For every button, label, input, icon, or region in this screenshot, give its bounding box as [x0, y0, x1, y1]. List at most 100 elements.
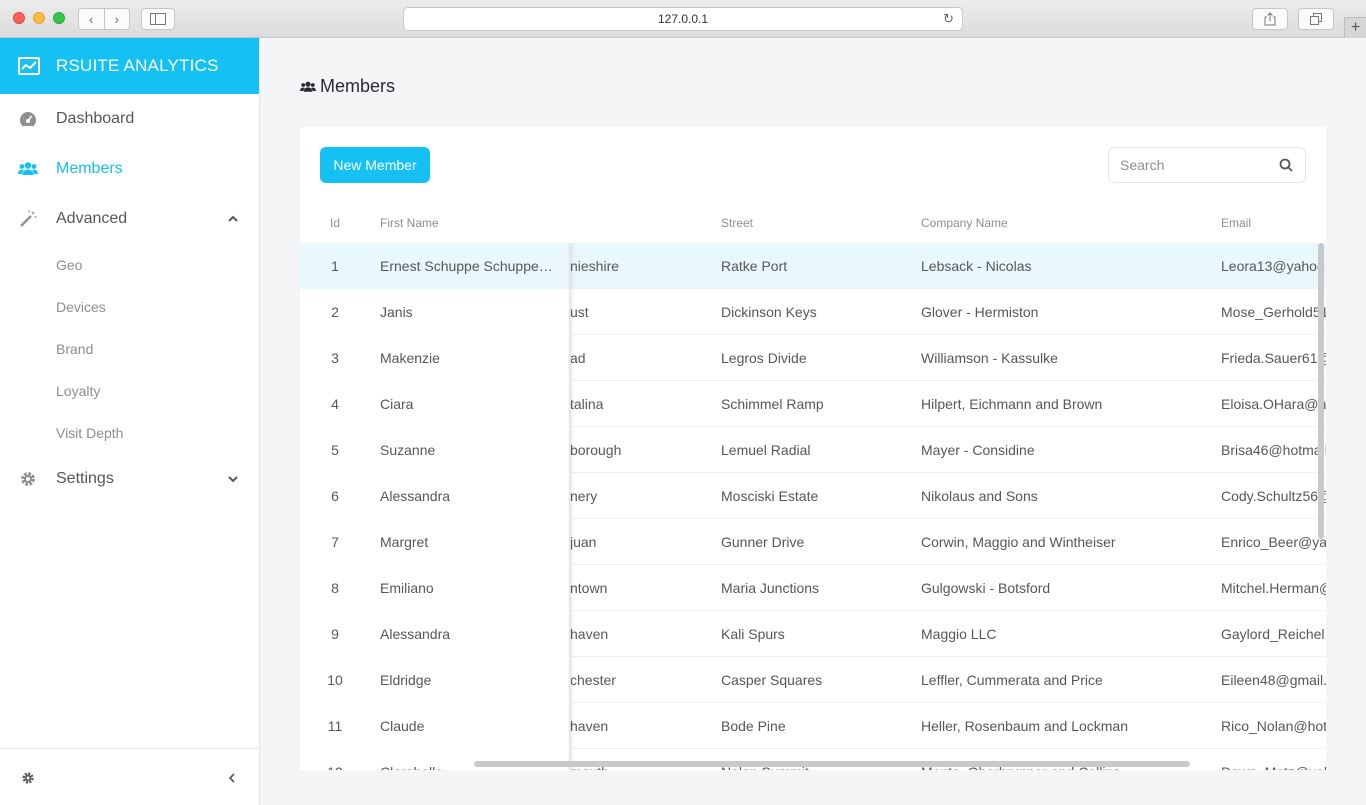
sidebar-item-label: Members [56, 160, 123, 177]
forward-icon[interactable]: › [105, 9, 130, 29]
fixed-column-divider [569, 243, 571, 770]
sidebar-item-members[interactable]: Members [0, 144, 259, 194]
members-panel: New Member Id First Name Street Company … [300, 127, 1326, 770]
cell-email: Frieda.Sauer61@ [1221, 350, 1326, 366]
table-row[interactable]: borough Lemuel Radial Mayer - Considine Bri… [300, 427, 1326, 473]
browser-toolbar: ‹ › 127.0.0.1 ↻ + [0, 0, 1366, 38]
cell-first-name: Makenzie [380, 350, 440, 366]
cell-id: 2 [331, 304, 339, 320]
cell-email: Mitchel.Herman@ [1221, 580, 1326, 596]
cell-street: Casper Squares [721, 672, 823, 688]
cell-city: haven [570, 718, 609, 734]
share-button[interactable] [1252, 8, 1288, 30]
sidebar-footer [0, 748, 259, 805]
cell-first-name: Suzanne [380, 442, 436, 458]
search-input[interactable] [1109, 148, 1269, 182]
table-row[interactable]: nieshire Ratke Port Lebsack - Nicolas Leora… [300, 243, 1326, 289]
cell-company: Hilpert, Eichmann and Brown [921, 396, 1103, 412]
column-header-company[interactable]: Company Name [921, 216, 1211, 230]
vertical-scrollbar[interactable] [1318, 243, 1324, 539]
brand-header[interactable]: RSUITE ANALYTICS [0, 38, 259, 94]
collapse-sidebar-icon[interactable] [227, 771, 237, 785]
tabs-overview-button[interactable] [1298, 8, 1334, 30]
cell-company: Lebsack - Nicolas [921, 258, 1032, 274]
dashboard-icon [18, 110, 38, 128]
sidebar-item-advanced[interactable]: Advanced [0, 194, 259, 244]
cell-street: Mosciski Estate [721, 488, 819, 504]
cell-city: haven [570, 626, 609, 642]
cell-company: Williamson - Kassulke [921, 350, 1058, 366]
cell-first-name: Claude [380, 718, 425, 734]
table-row[interactable]: talina Schimmel Ramp Hilpert, Eichmann and… [300, 381, 1326, 427]
cell-company: Glover - Hermiston [921, 304, 1039, 320]
page-title: Members [300, 76, 395, 97]
cell-first-name: Alessandra [380, 626, 451, 642]
column-header-id[interactable]: Id [300, 216, 370, 230]
table-row[interactable]: nery Mosciski Estate Nikolaus and Sons Cody… [300, 473, 1326, 519]
sidebar-subitem-brand[interactable]: Brand [0, 328, 259, 370]
cell-email: Mose_Gerhold51 [1221, 304, 1326, 320]
cell-city: nery [570, 488, 598, 504]
cell-first-name: Ernest Schuppe SchuppeS… [380, 258, 560, 274]
cell-street: Ratke Port [721, 258, 788, 274]
address-bar[interactable]: 127.0.0.1 ↻ [403, 7, 963, 31]
table-row[interactable]: juan Gunner Drive Corwin, Maggio and Winth… [300, 519, 1326, 565]
cell-street: Dickinson Keys [721, 304, 817, 320]
sidebar-subitem-visit-depth[interactable]: Visit Depth [0, 412, 259, 454]
cell-first-name: Emiliano [380, 580, 434, 596]
cell-city: ust [570, 304, 589, 320]
sidebar: RSUITE ANALYTICS Dashboard Members Advan… [0, 38, 260, 805]
cell-city: talina [570, 396, 604, 412]
table-row[interactable]: ntown Maria Junctions Gulgowski - Botsford… [300, 565, 1326, 611]
table-row[interactable]: haven Bode Pine Heller, Rosenbaum and Lock… [300, 703, 1326, 749]
sidebar-item-settings[interactable]: Settings [0, 454, 259, 504]
analytics-logo-icon [18, 57, 40, 75]
close-window-button[interactable] [13, 12, 25, 24]
sidebar-toggle-button[interactable] [141, 8, 175, 30]
cell-email: Leora13@yahoo. [1221, 258, 1326, 274]
cell-id: 12 [300, 764, 370, 770]
chevron-up-icon [228, 215, 238, 222]
cell-city: ntown [570, 580, 608, 596]
sidebar-subitem-geo[interactable]: Geo [0, 244, 259, 286]
cell-city: ad [570, 350, 586, 366]
column-header-street[interactable]: Street [721, 216, 911, 230]
cell-street: Legros Divide [721, 350, 807, 366]
cell-company: Maggio LLC [921, 626, 997, 642]
cell-company: Leffler, Cummerata and Price [921, 672, 1103, 688]
cell-street: Kali Spurs [721, 626, 785, 642]
zoom-window-button[interactable] [53, 12, 65, 24]
cell-id: 7 [331, 534, 339, 550]
sidebar-subitem-devices[interactable]: Devices [0, 286, 259, 328]
magic-wand-icon [18, 210, 38, 228]
cell-email: Cody.Schultz56@ [1221, 488, 1326, 504]
table-row[interactable]: ust Dickinson Keys Glover - Hermiston Mose_… [300, 289, 1326, 335]
table-header: Id First Name Street Company Name Email [300, 203, 1326, 243]
cell-id: 6 [331, 488, 339, 504]
minimize-window-button[interactable] [33, 12, 45, 24]
chevron-down-icon [228, 476, 238, 483]
cell-id: 3 [331, 350, 339, 366]
cell-city: nieshire [570, 258, 620, 274]
new-member-button[interactable]: New Member [320, 147, 430, 183]
column-header-email[interactable]: Email [1221, 216, 1326, 230]
column-header-first-name[interactable]: First Name [380, 216, 560, 230]
search-box [1108, 147, 1306, 183]
cell-id: 5 [331, 442, 339, 458]
table-row[interactable]: haven Kali Spurs Maggio LLC Gaylord_Reichel… [300, 611, 1326, 657]
horizontal-scrollbar[interactable] [474, 761, 1190, 767]
new-tab-button[interactable]: + [1344, 17, 1366, 38]
back-icon[interactable]: ‹ [79, 9, 105, 29]
settings-gear-icon[interactable] [21, 771, 35, 785]
cell-city: borough [570, 442, 622, 458]
search-icon[interactable] [1279, 158, 1293, 172]
cell-id: 11 [327, 718, 343, 734]
cell-street: Schimmel Ramp [721, 396, 824, 412]
sidebar-item-dashboard[interactable]: Dashboard [0, 94, 259, 144]
reload-icon[interactable]: ↻ [943, 8, 954, 30]
sidebar-item-label: Dashboard [56, 110, 135, 127]
table-row[interactable]: chester Casper Squares Leffler, Cummerata … [300, 657, 1326, 703]
table-row[interactable]: ad Legros Divide Williamson - Kassulke Frie… [300, 335, 1326, 381]
share-icon [1264, 12, 1276, 26]
sidebar-subitem-loyalty[interactable]: Loyalty [0, 370, 259, 412]
